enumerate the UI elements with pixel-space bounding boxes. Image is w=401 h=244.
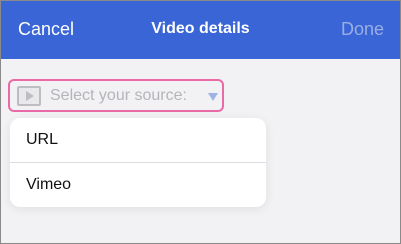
source-dropdown-menu: URL Vimeo: [10, 118, 266, 207]
chevron-down-icon: [208, 93, 218, 101]
navigation-bar: Cancel Video details Done: [1, 1, 400, 59]
video-details-screen: Cancel Video details Done Select your so…: [0, 0, 401, 244]
source-placeholder: Select your source:: [50, 87, 187, 104]
done-button[interactable]: Done: [341, 19, 384, 40]
play-icon: [17, 86, 41, 106]
source-select[interactable]: Select your source:: [8, 79, 224, 112]
source-option-vimeo[interactable]: Vimeo: [10, 162, 266, 206]
source-option-url[interactable]: URL: [10, 118, 266, 162]
